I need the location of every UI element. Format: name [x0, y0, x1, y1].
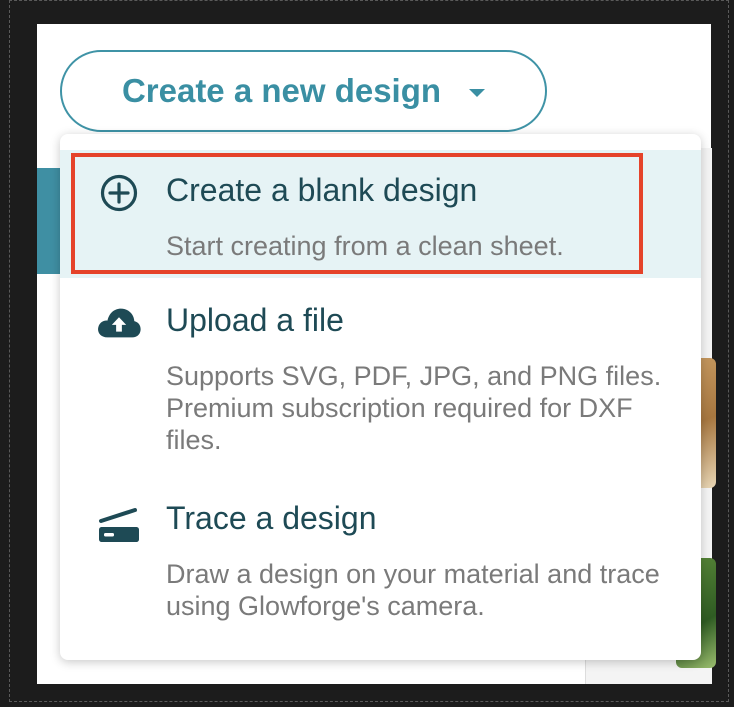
- caret-down-icon: [469, 89, 486, 97]
- create-new-design-label: Create a new design: [121, 72, 442, 109]
- background-accent-strip: [37, 168, 60, 274]
- menu-item-upload-file[interactable]: Upload a file Supports SVG, PDF, JPG, an…: [60, 286, 701, 466]
- menu-item-trace-design[interactable]: Trace a design Draw a design on your mat…: [60, 486, 701, 636]
- cloud-upload-icon: [96, 300, 142, 346]
- menu-item-description: Draw a design on your material and trace…: [166, 559, 660, 621]
- create-design-dropdown-menu: Create a blank design Start creating fro…: [60, 134, 701, 660]
- create-new-design-button[interactable]: Create a new design: [60, 50, 547, 132]
- plus-circle-icon: [96, 170, 142, 216]
- menu-item-title: Upload a file: [166, 302, 344, 338]
- menu-item-description: Supports SVG, PDF, JPG, and PNG files. P…: [166, 361, 662, 455]
- scanner-icon: [96, 502, 142, 548]
- menu-item-description: Start creating from a clean sheet.: [166, 231, 564, 261]
- menu-item-title: Trace a design: [166, 500, 377, 536]
- menu-item-create-blank-design[interactable]: Create a blank design Start creating fro…: [60, 150, 701, 278]
- menu-item-title: Create a blank design: [166, 172, 478, 208]
